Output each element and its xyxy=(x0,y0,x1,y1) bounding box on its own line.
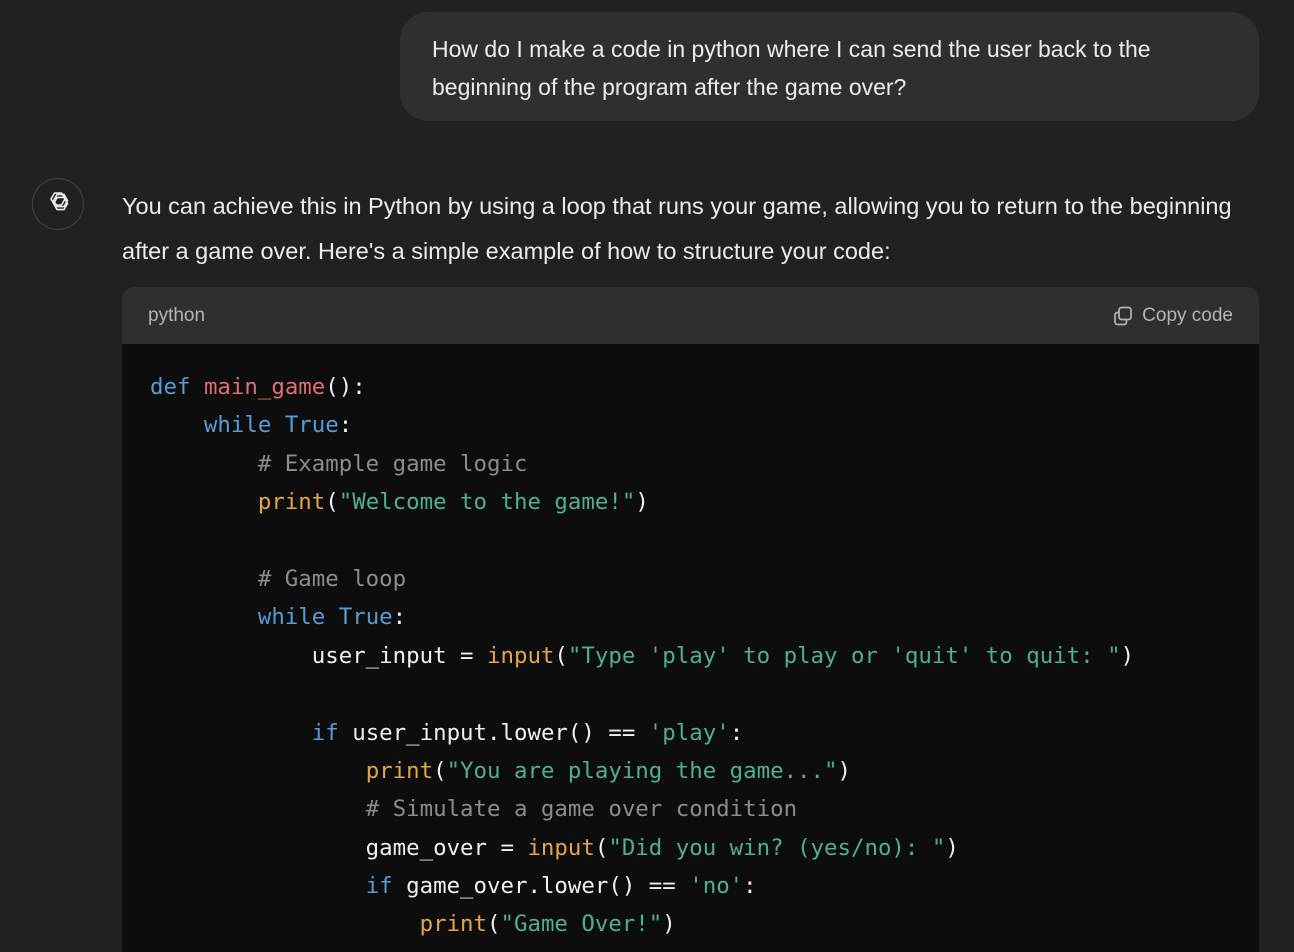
code-line: print("Welcome to the game!") xyxy=(150,483,1231,521)
copy-code-button[interactable]: Copy code xyxy=(1112,305,1233,327)
code-text: game_over.lower() == xyxy=(392,873,690,900)
code-content: def main_game(): while True: # Example g… xyxy=(150,368,1231,944)
code-line: print("You are playing the game...") xyxy=(150,752,1231,790)
code-text: ) xyxy=(1120,642,1135,669)
code-body: def main_game(): while True: # Example g… xyxy=(122,344,1259,944)
copy-icon xyxy=(1112,305,1134,327)
code-comment: # Example game logic xyxy=(257,450,528,477)
code-keyword: if xyxy=(311,719,339,746)
code-text: ) xyxy=(945,834,959,861)
code-string: 'no' xyxy=(689,873,744,900)
code-string: 'play' xyxy=(648,719,730,746)
code-text: (): xyxy=(325,374,366,400)
code-text: user_input = xyxy=(150,642,488,669)
code-builtin: input xyxy=(527,834,595,861)
code-text: : xyxy=(338,412,353,439)
code-comment: # Simulate a game over condition xyxy=(365,796,798,823)
code-language-label: python xyxy=(148,304,206,326)
code-line: if game_over.lower() == 'no': xyxy=(150,867,1231,905)
copy-code-label: Copy code xyxy=(1142,304,1233,326)
code-line: while True: xyxy=(150,406,1231,444)
code-line: user_input = input("Type 'play' to play … xyxy=(150,637,1231,675)
code-line: print("Game Over!") xyxy=(150,905,1231,943)
code-text: : xyxy=(729,719,744,746)
code-keyword: True xyxy=(338,604,393,631)
code-text: ) xyxy=(662,911,676,938)
code-text: ( xyxy=(433,757,447,784)
code-block: python Copy code def main_game(): while … xyxy=(122,287,1259,952)
code-string: "You are playing the game..." xyxy=(446,757,838,784)
code-block-header: python Copy code xyxy=(122,287,1259,344)
code-keyword: while xyxy=(257,604,326,631)
code-line: def main_game(): xyxy=(150,368,1231,406)
code-line: # Simulate a game over condition xyxy=(150,790,1231,828)
user-message-bubble: How do I make a code in python where I c… xyxy=(400,12,1259,121)
code-text: ( xyxy=(554,642,568,669)
assistant-message-text: You can achieve this in Python by using … xyxy=(122,193,1232,264)
code-string: "Type 'play' to play or 'quit' to quit: … xyxy=(567,642,1121,669)
code-function-name: main_game xyxy=(203,374,326,400)
code-builtin: print xyxy=(419,911,488,938)
code-text: ( xyxy=(325,489,339,516)
code-text: game_over = xyxy=(150,834,528,861)
code-text: : xyxy=(392,604,407,631)
code-line: game_over = input("Did you win? (yes/no)… xyxy=(150,829,1231,867)
code-string: "Welcome to the game!" xyxy=(338,489,636,516)
code-text: : xyxy=(743,873,757,900)
code-line: while True: xyxy=(150,598,1231,636)
openai-logo-icon xyxy=(43,187,73,222)
code-text: ) xyxy=(837,757,851,784)
code-text: ( xyxy=(594,834,609,861)
code-string: "Game Over!" xyxy=(500,911,663,938)
user-message-text: How do I make a code in python where I c… xyxy=(432,36,1151,100)
code-builtin: print xyxy=(257,489,326,516)
code-line: # Example game logic xyxy=(150,445,1231,483)
code-comment: # Game loop xyxy=(257,565,407,592)
code-line: # Game loop xyxy=(150,560,1231,598)
code-builtin: input xyxy=(487,642,555,669)
code-text: ( xyxy=(487,911,501,938)
code-keyword: True xyxy=(284,412,339,439)
assistant-avatar xyxy=(32,178,84,230)
code-string: "Did you win? (yes/no): " xyxy=(608,834,946,861)
code-text: ) xyxy=(635,489,649,516)
code-text: user_input.lower() == xyxy=(338,719,649,746)
code-builtin: print xyxy=(365,757,434,784)
code-keyword: def xyxy=(150,374,191,400)
code-keyword: while xyxy=(203,412,272,439)
code-keyword: if xyxy=(365,873,393,900)
code-line: if user_input.lower() == 'play': xyxy=(150,714,1231,752)
